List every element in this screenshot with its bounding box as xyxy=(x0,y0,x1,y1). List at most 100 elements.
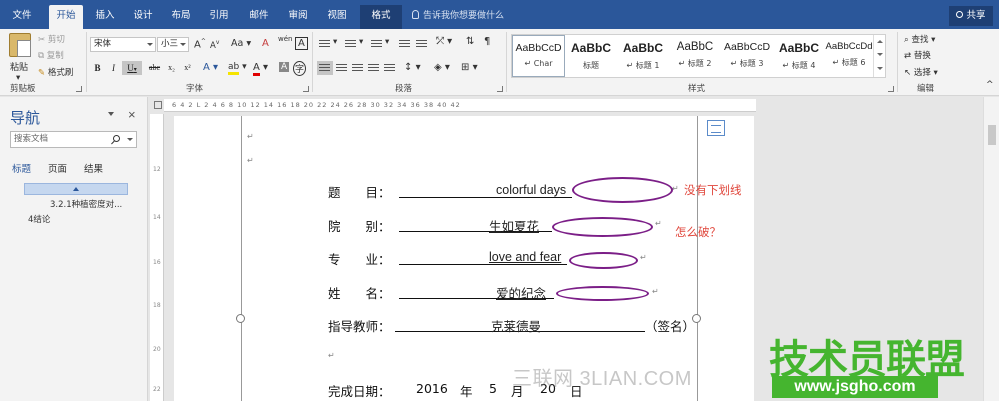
document-page[interactable] xyxy=(174,116,754,401)
styles-launcher-icon[interactable] xyxy=(888,86,894,92)
field-major-value[interactable]: love and fear xyxy=(489,250,561,264)
font-size-combo[interactable]: 小三 xyxy=(157,37,189,52)
copy-button[interactable]: ⧉ 复制 xyxy=(38,49,64,61)
style-char[interactable]: AaBbCcD ↵ Char xyxy=(512,35,565,77)
line-spacing-button[interactable]: ↕ ▾ xyxy=(404,62,421,73)
nav-tab-headings[interactable]: 标题 xyxy=(12,161,31,175)
align-left-button[interactable] xyxy=(317,61,333,75)
nav-heading-item[interactable]: 3.2.1种植密度对... xyxy=(50,198,122,210)
phonetic-guide-button[interactable]: wén xyxy=(278,35,292,43)
date-month[interactable]: 5 xyxy=(489,381,497,396)
text-effects-button[interactable]: A ▾ xyxy=(203,62,218,73)
sort-button[interactable]: ⇅ xyxy=(466,36,474,47)
chevron-down-icon[interactable] xyxy=(127,138,133,141)
nav-options-icon[interactable] xyxy=(108,112,114,116)
tab-format[interactable]: 格式 xyxy=(360,5,402,29)
gallery-scroll[interactable] xyxy=(873,35,885,77)
numbering-dropdown-icon[interactable]: ▾ xyxy=(359,37,363,47)
underline-button[interactable]: U▾ xyxy=(122,61,142,75)
paragraph-launcher-icon[interactable] xyxy=(497,86,503,92)
increase-indent-button[interactable] xyxy=(414,37,430,51)
italic-button[interactable]: I xyxy=(107,61,120,75)
cut-button[interactable]: ✂ 剪切 xyxy=(38,33,65,45)
collapse-ribbon-icon[interactable]: ^ xyxy=(986,80,994,90)
bold-button[interactable]: B xyxy=(91,61,104,75)
change-case-button[interactable]: Aa ▾ xyxy=(231,38,251,49)
tab-view[interactable]: 视图 xyxy=(320,5,354,29)
align-right-button[interactable] xyxy=(350,61,366,75)
chevron-up-icon[interactable] xyxy=(877,40,883,43)
clear-format-button[interactable]: A xyxy=(262,38,269,49)
nav-search-input[interactable]: 搜索文档 xyxy=(10,131,137,148)
tab-file[interactable]: 文件 xyxy=(6,5,38,29)
style-heading-1[interactable]: AaBbC ↵ 标题 1 xyxy=(617,35,669,77)
char-shading-button[interactable]: A xyxy=(279,62,290,72)
shrink-font-button[interactable]: Av xyxy=(210,39,219,51)
decrease-indent-button[interactable] xyxy=(397,37,413,51)
bullets-button[interactable] xyxy=(317,37,333,51)
paste-icon[interactable] xyxy=(9,33,31,57)
tab-mailings[interactable]: 邮件 xyxy=(242,5,276,29)
gallery-more-icon[interactable] xyxy=(877,67,883,70)
tab-references[interactable]: 引用 xyxy=(202,5,236,29)
font-color-button[interactable]: A ▾ xyxy=(253,62,268,76)
date-year[interactable]: 2016 xyxy=(416,381,448,396)
justify-button[interactable] xyxy=(366,61,382,75)
font-name-combo[interactable]: 宋体 xyxy=(90,37,156,52)
horizontal-ruler[interactable]: 6 4 2 L 2 4 6 8 10 12 14 16 18 20 22 24 … xyxy=(164,99,756,112)
multilevel-list-button[interactable] xyxy=(369,37,385,51)
tab-home[interactable]: 开始 xyxy=(49,5,83,29)
bullets-dropdown-icon[interactable]: ▾ xyxy=(333,37,337,47)
paste-button-label[interactable]: 粘贴 xyxy=(10,60,28,73)
asian-layout-button[interactable]: ⤱ ▾ xyxy=(436,36,452,47)
style-heading-6[interactable]: AaBbCcDd ↵ 标题 6 xyxy=(825,35,873,77)
nav-heading-item[interactable]: 4结论 xyxy=(28,213,50,225)
replace-button[interactable]: ⇄ 替换 xyxy=(904,49,931,61)
close-icon[interactable]: × xyxy=(128,107,136,122)
share-button[interactable]: 共享 xyxy=(949,6,993,26)
borders-button[interactable]: ⊞ ▾ xyxy=(461,62,478,73)
shading-button[interactable]: ◈ ▾ xyxy=(434,62,450,73)
numbering-button[interactable] xyxy=(343,37,359,51)
nav-tab-results[interactable]: 结果 xyxy=(84,161,103,175)
search-icon[interactable] xyxy=(113,135,120,142)
field-advisor-value[interactable]: 克莱德曼 xyxy=(491,316,541,335)
tab-insert[interactable]: 插入 xyxy=(88,5,122,29)
style-heading-2[interactable]: AaBbC ↵ 标题 2 xyxy=(669,35,721,77)
tell-me-box[interactable]: 告诉我你想要做什么 xyxy=(412,5,504,27)
clipboard-launcher-icon[interactable] xyxy=(76,86,82,92)
align-center-button[interactable] xyxy=(334,61,350,75)
scrollbar-thumb[interactable] xyxy=(988,125,996,145)
distributed-button[interactable] xyxy=(382,61,398,75)
field-name-value[interactable]: 爱的纪念 xyxy=(496,283,546,302)
format-painter-button[interactable]: ✎ 格式刷 xyxy=(38,66,73,78)
style-heading-4[interactable]: AaBbC ↵ 标题 4 xyxy=(773,35,825,77)
style-heading-3[interactable]: AaBbCcD ↵ 标题 3 xyxy=(721,35,773,77)
style-title[interactable]: AaBbC 标题 xyxy=(565,35,617,77)
select-button[interactable]: ↖ 选择 ▾ xyxy=(904,66,938,78)
vertical-ruler[interactable]: 12 14 16 18 20 22 xyxy=(150,114,164,401)
multilevel-dropdown-icon[interactable]: ▾ xyxy=(385,37,389,47)
strikethrough-button[interactable]: abc xyxy=(147,61,162,75)
enclose-char-button[interactable]: 字 xyxy=(293,61,307,76)
layout-options-icon[interactable] xyxy=(707,120,725,136)
tab-selector[interactable] xyxy=(154,101,162,109)
superscript-button[interactable]: x² xyxy=(181,61,194,75)
tab-layout[interactable]: 布局 xyxy=(164,5,198,29)
show-marks-button[interactable]: ¶ xyxy=(484,36,490,47)
grow-font-button[interactable]: A^ xyxy=(194,38,206,50)
resize-handle[interactable] xyxy=(236,314,245,323)
field-department-value[interactable]: 生如夏花 xyxy=(489,216,539,235)
font-launcher-icon[interactable] xyxy=(303,86,309,92)
find-button[interactable]: ⌕ 查找 ▾ xyxy=(904,33,935,45)
nav-tab-pages[interactable]: 页面 xyxy=(48,161,67,175)
tab-review[interactable]: 审阅 xyxy=(281,5,315,29)
field-title-value[interactable]: colorful days xyxy=(496,183,566,197)
nav-current-position[interactable] xyxy=(24,183,128,195)
highlight-button[interactable]: ab ▾ xyxy=(228,62,247,75)
subscript-button[interactable]: x₂ xyxy=(165,61,178,75)
tab-design[interactable]: 设计 xyxy=(126,5,160,29)
char-border-button[interactable]: A xyxy=(295,37,308,50)
chevron-down-icon[interactable] xyxy=(877,53,883,56)
vertical-scrollbar[interactable] xyxy=(983,97,999,401)
